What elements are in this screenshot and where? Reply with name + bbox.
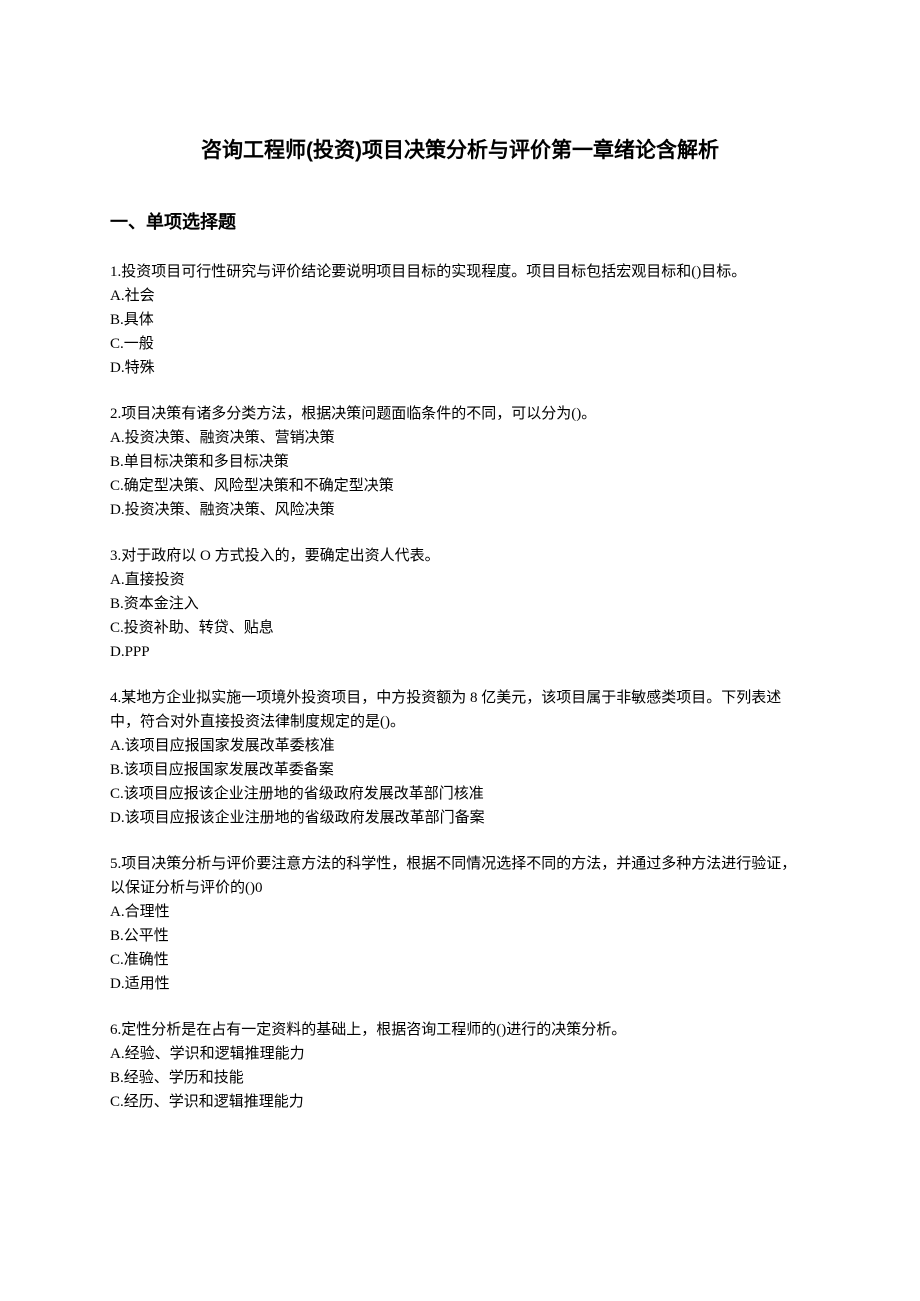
question-stem: 6.定性分析是在占有一定资料的基础上，根据咨询工程师的()进行的决策分析。 (110, 1018, 810, 1042)
document-title: 咨询工程师(投资)项目决策分析与评价第一章绪论含解析 (110, 134, 810, 168)
option-d: D.投资决策、融资决策、风险决策 (110, 498, 810, 522)
option-b: B.公平性 (110, 924, 810, 948)
option-c: C.确定型决策、风险型决策和不确定型决策 (110, 474, 810, 498)
document-page: 咨询工程师(投资)项目决策分析与评价第一章绪论含解析 一、单项选择题 1.投资项… (0, 0, 920, 1196)
option-b: B.资本金注入 (110, 592, 810, 616)
option-a: A.经验、学识和逻辑推理能力 (110, 1042, 810, 1066)
question-4: 4.某地方企业拟实施一项境外投资项目，中方投资额为 8 亿美元，该项目属于非敏感… (110, 686, 810, 830)
question-stem: 5.项目决策分析与评价要注意方法的科学性，根据不同情况选择不同的方法，并通过多种… (110, 852, 810, 900)
option-d: D.适用性 (110, 972, 810, 996)
option-d: D.PPP (110, 640, 810, 664)
option-a: A.合理性 (110, 900, 810, 924)
question-6: 6.定性分析是在占有一定资料的基础上，根据咨询工程师的()进行的决策分析。 A.… (110, 1018, 810, 1114)
question-1: 1.投资项目可行性研究与评价结论要说明项目目标的实现程度。项目目标包括宏观目标和… (110, 260, 810, 380)
option-d: D.该项目应报该企业注册地的省级政府发展改革部门备案 (110, 806, 810, 830)
option-c: C.一般 (110, 332, 810, 356)
option-a: A.投资决策、融资决策、营销决策 (110, 426, 810, 450)
question-2: 2.项目决策有诸多分类方法，根据决策问题面临条件的不同，可以分为()。 A.投资… (110, 402, 810, 522)
option-b: B.具体 (110, 308, 810, 332)
option-a: A.该项目应报国家发展改革委核准 (110, 734, 810, 758)
option-c: C.投资补助、转贷、贴息 (110, 616, 810, 640)
option-b: B.单目标决策和多目标决策 (110, 450, 810, 474)
option-c: C.该项目应报该企业注册地的省级政府发展改革部门核准 (110, 782, 810, 806)
question-stem: 1.投资项目可行性研究与评价结论要说明项目目标的实现程度。项目目标包括宏观目标和… (110, 260, 810, 284)
option-c: C.准确性 (110, 948, 810, 972)
option-d: D.特殊 (110, 356, 810, 380)
section-heading: 一、单项选择题 (110, 208, 810, 237)
option-b: B.该项目应报国家发展改革委备案 (110, 758, 810, 782)
question-5: 5.项目决策分析与评价要注意方法的科学性，根据不同情况选择不同的方法，并通过多种… (110, 852, 810, 996)
option-b: B.经验、学历和技能 (110, 1066, 810, 1090)
question-3: 3.对于政府以 O 方式投入的，要确定出资人代表。 A.直接投资 B.资本金注入… (110, 544, 810, 664)
question-stem: 2.项目决策有诸多分类方法，根据决策问题面临条件的不同，可以分为()。 (110, 402, 810, 426)
option-a: A.直接投资 (110, 568, 810, 592)
option-c: C.经历、学识和逻辑推理能力 (110, 1090, 810, 1114)
question-stem: 3.对于政府以 O 方式投入的，要确定出资人代表。 (110, 544, 810, 568)
option-a: A.社会 (110, 284, 810, 308)
question-stem: 4.某地方企业拟实施一项境外投资项目，中方投资额为 8 亿美元，该项目属于非敏感… (110, 686, 810, 734)
